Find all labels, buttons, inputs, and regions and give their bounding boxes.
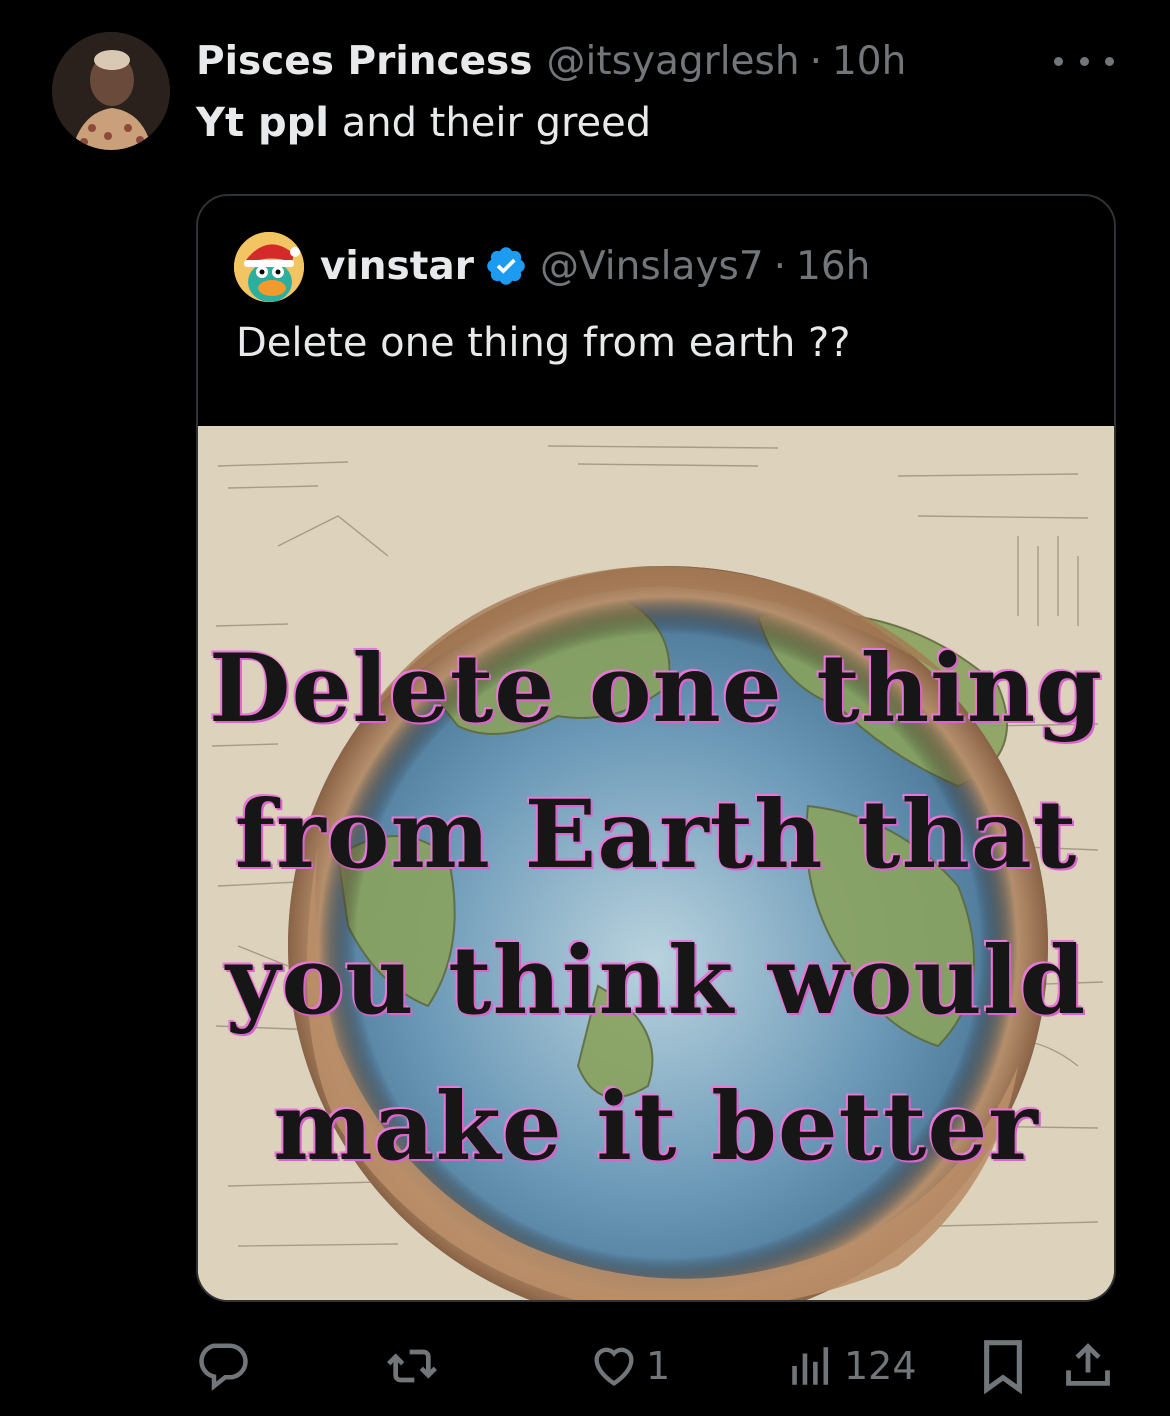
share-icon bbox=[1062, 1338, 1114, 1394]
quoted-media-image[interactable]: Delete one thing from Earth that you thi… bbox=[198, 426, 1114, 1300]
bookmark-button[interactable] bbox=[978, 1336, 1028, 1396]
verified-badge-icon bbox=[484, 244, 528, 288]
bookmark-icon bbox=[978, 1338, 1028, 1394]
reply-button[interactable] bbox=[196, 1336, 250, 1396]
image-caption: Delete one thing from Earth that you thi… bbox=[198, 616, 1114, 1200]
reply-icon bbox=[196, 1339, 250, 1393]
author-avatar[interactable] bbox=[52, 32, 170, 150]
quoted-author-handle[interactable]: @Vinslays7 bbox=[540, 244, 764, 289]
image-caption-line: from Earth that bbox=[234, 780, 1078, 890]
tweet-header: Pisces Princess @itsyagrlesh · 10h bbox=[196, 36, 1130, 86]
action-bar: 1 124 bbox=[196, 1336, 1116, 1396]
author-name[interactable]: Pisces Princess bbox=[196, 39, 532, 84]
quoted-header: vinstar @Vinslays7 · 16h bbox=[320, 242, 870, 290]
retweet-icon bbox=[384, 1338, 440, 1394]
separator-dot: · bbox=[809, 38, 822, 84]
share-button[interactable] bbox=[1062, 1336, 1114, 1396]
more-icon[interactable] bbox=[1054, 46, 1114, 76]
tweet-text: Yt ppl and their greed bbox=[196, 100, 651, 146]
retweet-button[interactable] bbox=[384, 1336, 440, 1396]
quoted-author-avatar[interactable] bbox=[234, 232, 304, 302]
image-caption-line: Delete one thing bbox=[209, 634, 1103, 744]
quoted-timestamp[interactable]: 16h bbox=[796, 244, 870, 289]
author-handle[interactable]: @itsyagrlesh bbox=[546, 39, 799, 84]
image-caption-line: you think would bbox=[225, 926, 1087, 1036]
quoted-author-name[interactable]: vinstar bbox=[320, 244, 474, 289]
quoted-separator-dot: · bbox=[773, 243, 787, 289]
tweet-text-bold: Yt ppl bbox=[196, 100, 329, 146]
like-button[interactable]: 1 bbox=[588, 1336, 670, 1396]
views-count: 124 bbox=[844, 1344, 917, 1388]
views-icon bbox=[786, 1341, 836, 1391]
like-icon bbox=[588, 1340, 640, 1392]
image-caption-line: make it better bbox=[273, 1072, 1039, 1182]
like-count: 1 bbox=[646, 1344, 671, 1388]
quoted-text: Delete one thing from earth ?? bbox=[236, 320, 851, 366]
quoted-tweet[interactable]: vinstar @Vinslays7 · 16h Delete one thin… bbox=[196, 194, 1116, 1302]
tweet-timestamp[interactable]: 10h bbox=[832, 39, 906, 84]
views-button[interactable]: 124 bbox=[786, 1336, 917, 1396]
tweet-text-rest: and their greed bbox=[329, 100, 652, 146]
